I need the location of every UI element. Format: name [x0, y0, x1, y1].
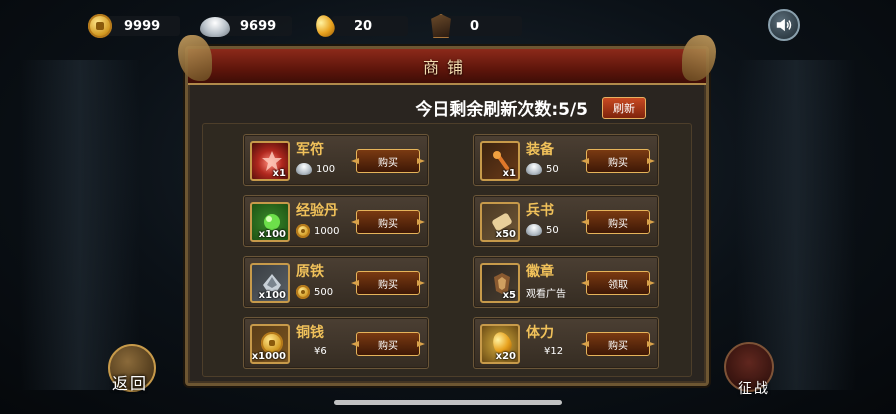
shop-item-badge: x5 徽章 观看广告 领取 — [473, 256, 659, 308]
item-price: ¥12 — [544, 346, 563, 357]
item-price-value: ¥6 — [314, 346, 327, 357]
silver-ingot-icon — [526, 224, 542, 236]
shop-item-exp-pill: x100 经验丹 1000 购买 — [243, 195, 429, 247]
item-count: x1 — [272, 168, 286, 179]
stamina-icon: x20 — [480, 324, 520, 364]
buy-button[interactable]: 购买 — [356, 210, 420, 234]
army-tally-icon: x1 — [250, 141, 290, 181]
item-price: ¥6 — [314, 346, 327, 357]
item-name: 军符 — [296, 142, 324, 158]
shop-item-grid: x1 军符 100 购买 x1 装备 50 购买 x100 经验丹 1000 购… — [202, 123, 692, 377]
item-price-value: 100 — [316, 163, 336, 175]
item-name: 体力 — [526, 325, 554, 341]
shop-item-raw-iron: x100 原铁 500 购买 — [243, 256, 429, 308]
sound-toggle-button[interactable] — [768, 9, 800, 41]
item-price-value: ¥12 — [544, 346, 564, 357]
item-count: x50 — [495, 229, 516, 240]
shop-item-army-tally: x1 军符 100 购买 — [243, 134, 429, 186]
item-price: 100 — [296, 163, 335, 175]
battle-label[interactable]: 征战 — [738, 378, 770, 398]
copper-coin-icon: x1000 — [250, 324, 290, 364]
buy-button[interactable]: 购买 — [356, 332, 420, 356]
war-book-icon: x50 — [480, 202, 520, 242]
buy-button[interactable]: 购买 — [356, 271, 420, 295]
item-name: 徽章 — [526, 264, 554, 280]
item-price: 50 — [526, 163, 559, 175]
buy-button[interactable]: 购买 — [586, 332, 650, 356]
raw-iron-icon: x100 — [250, 263, 290, 303]
background-pillar-right — [736, 60, 856, 390]
speaker-icon — [776, 18, 792, 32]
resource-copper-value: 9999 — [124, 18, 161, 34]
shop-item-equipment: x1 装备 50 购买 — [473, 134, 659, 186]
background-pillar-left — [20, 60, 140, 390]
resource-plate — [446, 16, 522, 36]
shop-item-copper-coin: x1000 铜钱 ¥6 购买 — [243, 317, 429, 369]
item-name: 铜钱 — [296, 325, 324, 341]
equipment-icon: x1 — [480, 141, 520, 181]
shop-item-war-book: x50 兵书 50 购买 — [473, 195, 659, 247]
copper-coin-icon — [88, 14, 112, 38]
copper-coin-icon — [296, 285, 310, 299]
claim-button[interactable]: 领取 — [586, 271, 650, 295]
resource-emblem-value: 0 — [470, 18, 480, 34]
dragon-ornament-right-icon — [682, 35, 716, 81]
resource-egg: 20 — [312, 12, 408, 40]
item-count: x1 — [502, 168, 516, 179]
item-count: x1000 — [251, 351, 286, 362]
shop-panel: 商铺 今日剩余刷新次数:5/5 刷新 x1 军符 100 购买 x1 装备 50… — [178, 35, 716, 386]
refresh-count-text: 今日剩余刷新次数:5/5 — [415, 100, 588, 120]
item-price-value: 500 — [314, 286, 334, 298]
item-name: 原铁 — [296, 264, 324, 280]
copper-coin-icon — [296, 224, 310, 238]
shop-header: 商铺 — [188, 49, 706, 85]
buy-button[interactable]: 购买 — [356, 149, 420, 173]
item-count: x20 — [495, 351, 516, 362]
item-price: 500 — [296, 285, 333, 299]
badge-icon: x5 — [480, 263, 520, 303]
resource-copper: 9999 — [88, 14, 180, 38]
item-count: x100 — [258, 290, 286, 301]
item-price: 50 — [526, 224, 559, 236]
resource-egg-value: 20 — [354, 18, 373, 34]
refresh-button[interactable]: 刷新 — [602, 96, 646, 119]
silver-ingot-icon — [526, 163, 542, 175]
item-count: x5 — [502, 290, 516, 301]
silver-ingot-icon — [200, 17, 230, 37]
shop-item-stamina: x20 体力 ¥12 购买 — [473, 317, 659, 369]
return-label[interactable]: 返回 — [112, 370, 148, 394]
item-price-value: 50 — [546, 224, 559, 236]
item-name: 装备 — [526, 142, 554, 158]
item-price: 观看广告 — [526, 285, 566, 300]
resource-silver-value: 9699 — [240, 18, 277, 34]
item-name: 兵书 — [526, 203, 554, 219]
item-price-value: 1000 — [314, 225, 340, 237]
buy-button[interactable]: 购买 — [586, 149, 650, 173]
item-price-value: 50 — [546, 163, 559, 175]
item-count: x100 — [258, 229, 286, 240]
item-price-value: 观看广告 — [526, 289, 566, 300]
exp-pill-icon: x100 — [250, 202, 290, 242]
shop-title: 商铺 — [422, 58, 471, 77]
item-name: 经验丹 — [296, 203, 338, 219]
resource-emblem: 0 — [430, 14, 522, 38]
item-price: 1000 — [296, 224, 339, 238]
home-indicator[interactable] — [334, 400, 562, 405]
buy-button[interactable]: 购买 — [586, 210, 650, 234]
resource-silver: 9699 — [200, 14, 292, 38]
refresh-row: 今日剩余刷新次数:5/5 刷新 — [415, 95, 646, 120]
dragon-ornament-left-icon — [178, 35, 212, 81]
silver-ingot-icon — [296, 163, 312, 175]
